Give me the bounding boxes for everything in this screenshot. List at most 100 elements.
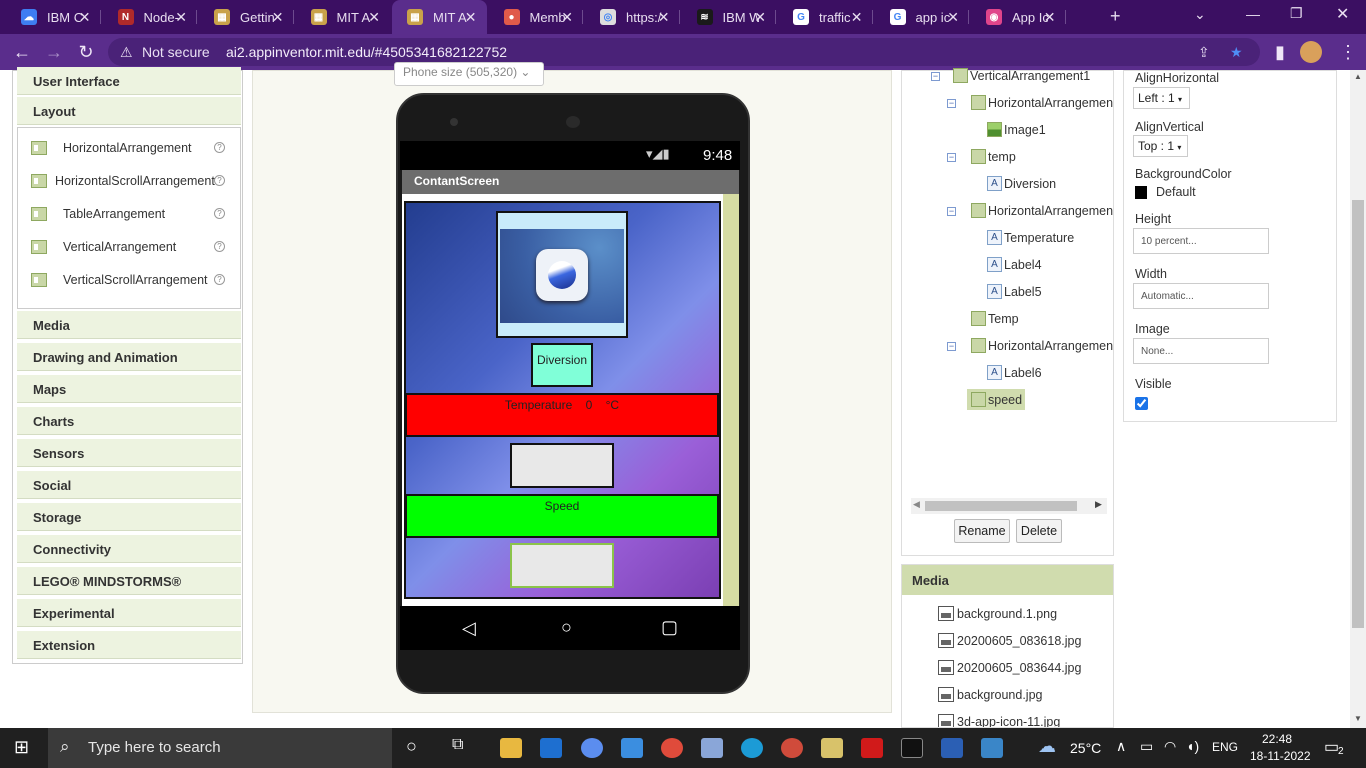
- category-maps[interactable]: Maps: [17, 375, 241, 403]
- speed-label[interactable]: Speed: [405, 494, 719, 538]
- browser-tab[interactable]: Gtraffic ✕: [778, 0, 873, 34]
- tab-close-icon[interactable]: ✕: [947, 9, 959, 26]
- category-media[interactable]: Media: [17, 311, 241, 339]
- collapse-toggle-icon[interactable]: −: [947, 207, 956, 216]
- tree-node-horizontalarrangemen[interactable]: HorizontalArrangemen: [971, 338, 1113, 353]
- collapse-toggle-icon[interactable]: −: [931, 72, 940, 81]
- browser-tab[interactable]: ▦ MIT A ✕: [296, 0, 391, 34]
- task-view-icon[interactable]: ⧉: [452, 736, 463, 754]
- minimize-icon[interactable]: —: [1246, 6, 1260, 22]
- nav-home-icon[interactable]: ○: [561, 617, 572, 638]
- browser-tab[interactable]: ◉ App Ic ✕: [971, 0, 1066, 34]
- url-text[interactable]: ai2.appinventor.mit.edu/#450534168212275…: [226, 44, 507, 60]
- tree-node-verticalarrangement1[interactable]: VerticalArrangement1: [953, 68, 1090, 83]
- tree-node-diversion[interactable]: A Diversion: [987, 176, 1056, 191]
- align-vertical-select[interactable]: Top : 1 ▾: [1133, 135, 1188, 157]
- chrome-active-icon[interactable]: [781, 738, 803, 758]
- category-extension[interactable]: Extension: [17, 631, 241, 659]
- file-explorer-icon[interactable]: [500, 738, 522, 758]
- browser-tab[interactable]: Gapp ic ✕: [875, 0, 970, 34]
- tree-node-speed[interactable]: speed: [967, 389, 1026, 410]
- nav-recents-icon[interactable]: ▢: [661, 617, 678, 638]
- browser-tab[interactable]: ◎ https:/✕: [585, 0, 680, 34]
- palette-item-verticalarrangement[interactable]: VerticalArrangement?: [18, 230, 240, 263]
- background-color-value[interactable]: Default: [1156, 185, 1196, 199]
- menu-dots-icon[interactable]: ⋮: [1336, 42, 1360, 63]
- tab-close-icon[interactable]: ✕: [272, 9, 284, 26]
- browser-tab[interactable]: ≋ IBM W ✕: [682, 0, 777, 34]
- browser-tab[interactable]: ☁ IBM Cl ✕: [6, 0, 101, 34]
- media-file-item[interactable]: 20200605_083618.jpg: [938, 633, 1081, 648]
- tree-node-label5[interactable]: A Label5: [987, 284, 1042, 299]
- word-icon[interactable]: [941, 738, 963, 758]
- tab-close-icon[interactable]: ✕: [175, 9, 187, 26]
- tree-node-temperature[interactable]: A Temperature: [987, 230, 1074, 245]
- battery-icon[interactable]: ▭: [1140, 738, 1153, 755]
- language-indicator[interactable]: ENG: [1212, 740, 1238, 754]
- image-field[interactable]: None...: [1133, 338, 1269, 364]
- palette-item-horizontalscrollarrangement[interactable]: HorizontalScrollArrangement?: [18, 164, 240, 197]
- page-scroll-thumb[interactable]: [1352, 200, 1364, 628]
- help-icon[interactable]: ?: [214, 175, 225, 186]
- tray-chevron-icon[interactable]: ∧: [1116, 738, 1126, 755]
- background-color-swatch[interactable]: [1135, 186, 1147, 199]
- align-horizontal-select[interactable]: Left : 1 ▾: [1133, 87, 1190, 109]
- delete-button[interactable]: Delete: [1016, 519, 1062, 543]
- tree-node-temp[interactable]: temp: [971, 149, 1016, 164]
- horizontal-arrangement-image[interactable]: [496, 211, 628, 338]
- category-layout[interactable]: Layout: [17, 97, 241, 125]
- clock-date[interactable]: 18-11-2022: [1250, 749, 1311, 763]
- tree-scroll-thumb[interactable]: [925, 501, 1077, 511]
- category-drawing-and-animation[interactable]: Drawing and Animation: [17, 343, 241, 371]
- help-icon[interactable]: ?: [214, 208, 225, 219]
- help-icon[interactable]: ?: [214, 142, 225, 153]
- phone-size-select[interactable]: Phone size (505,320) ⌄: [394, 62, 544, 86]
- image1[interactable]: [500, 229, 624, 323]
- category-social[interactable]: Social: [17, 471, 241, 499]
- diversion-label[interactable]: Diversion: [531, 343, 593, 387]
- palette-item-horizontalarrangement[interactable]: HorizontalArrangement?: [18, 131, 240, 164]
- tree-node-horizontalarrangemen[interactable]: HorizontalArrangemen: [971, 203, 1113, 218]
- omnibox[interactable]: ⚠ Not secure ai2.appinventor.mit.edu/#45…: [108, 38, 1260, 66]
- tab-close-icon[interactable]: ✕: [658, 9, 670, 26]
- close-window-icon[interactable]: ✕: [1336, 4, 1349, 24]
- weather-temp[interactable]: 25°C: [1070, 740, 1101, 756]
- store-icon[interactable]: [540, 738, 562, 758]
- browser-tab[interactable]: N Node- ✕: [103, 0, 198, 34]
- tree-node-horizontalarrangemen[interactable]: HorizontalArrangemen: [971, 95, 1113, 110]
- visible-checkbox[interactable]: [1135, 397, 1148, 410]
- acrobat-icon[interactable]: [861, 738, 883, 758]
- terminal-icon[interactable]: [901, 738, 923, 758]
- collapse-toggle-icon[interactable]: −: [947, 99, 956, 108]
- cortana-icon[interactable]: ○: [406, 736, 417, 757]
- tree-node-temp[interactable]: Temp: [971, 311, 1019, 326]
- browser-tab[interactable]: ● Memb ✕: [489, 0, 584, 34]
- reload-icon[interactable]: ↻: [74, 42, 98, 63]
- restore-icon[interactable]: ❐: [1290, 5, 1303, 22]
- tree-node-label6[interactable]: A Label6: [987, 365, 1042, 380]
- chrome-icon[interactable]: [661, 738, 683, 758]
- collapse-toggle-icon[interactable]: −: [947, 342, 956, 351]
- help-icon[interactable]: ?: [214, 241, 225, 252]
- taskbar-search-box[interactable]: ⌕ Type here to search: [48, 728, 392, 768]
- tab-close-icon[interactable]: ✕: [465, 9, 477, 26]
- width-field[interactable]: Automatic...: [1133, 283, 1269, 309]
- app-icon-2[interactable]: [701, 738, 723, 758]
- tab-close-icon[interactable]: ✕: [561, 9, 573, 26]
- tab-close-icon[interactable]: ✕: [368, 9, 380, 26]
- profile-avatar[interactable]: [1300, 41, 1322, 63]
- volume-icon[interactable]: ◖): [1186, 738, 1199, 754]
- app-icon-1[interactable]: [581, 738, 603, 758]
- tree-node-label4[interactable]: A Label4: [987, 257, 1042, 272]
- tree-node-image1[interactable]: Image1: [987, 122, 1046, 137]
- palette-item-tablearrangement[interactable]: TableArrangement?: [18, 197, 240, 230]
- new-tab-button[interactable]: +: [1110, 6, 1121, 27]
- edge-icon[interactable]: [741, 738, 763, 758]
- media-file-item[interactable]: background.1.png: [938, 606, 1057, 621]
- temp-arrangement[interactable]: [510, 443, 614, 488]
- media-file-item[interactable]: 20200605_083644.jpg: [938, 660, 1081, 675]
- scroll-up-icon[interactable]: ▲: [1354, 72, 1362, 81]
- browser-tab[interactable]: ▦ MIT A ✕: [392, 0, 487, 34]
- windows-start-icon[interactable]: ⊞: [14, 737, 29, 758]
- back-icon[interactable]: ←: [10, 42, 34, 63]
